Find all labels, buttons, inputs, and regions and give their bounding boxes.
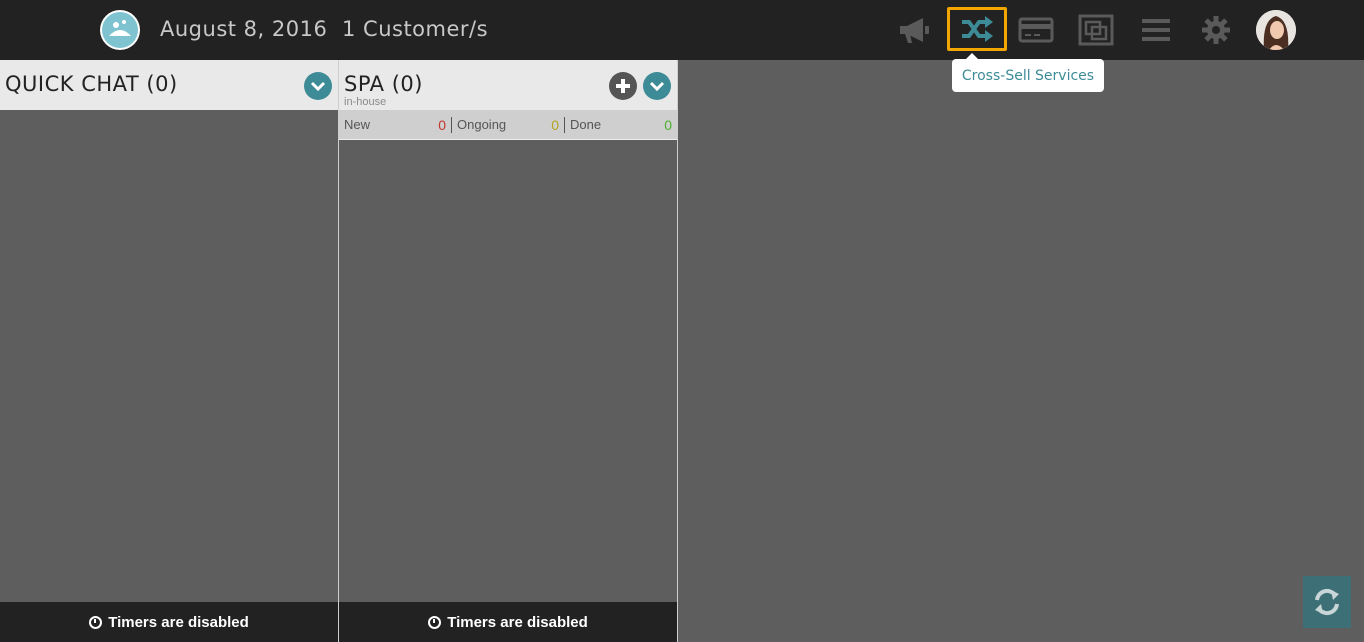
spa-footer: Timers are disabled [339,602,677,642]
avatar[interactable] [1256,10,1296,50]
quick-chat-footer: Timers are disabled [0,602,338,642]
stat-label: Ongoing [457,116,507,132]
stat-ongoing[interactable]: Ongoing 0 [451,116,564,133]
layers-icon[interactable] [1076,10,1116,50]
menu-icon[interactable] [1136,10,1176,50]
timers-disabled-label: Timers are disabled [108,613,249,631]
spa-logo[interactable] [100,10,140,50]
stat-value: 0 [438,116,446,133]
spa-header: SPA (0) in-house [339,60,677,110]
top-bar: August 8, 2016 1 Customer/s [0,0,1364,60]
quick-chat-column: QUICK CHAT (0) Timers are disabled [0,60,338,642]
quick-chat-expand-button[interactable] [304,72,332,100]
stat-label: New [344,116,371,132]
spa-add-button[interactable] [609,72,637,100]
quick-chat-header: QUICK CHAT (0) [0,60,338,110]
current-date: August 8, 2016 [160,17,328,41]
megaphone-icon[interactable] [895,10,935,50]
plus-icon [616,79,630,93]
refresh-button[interactable] [1303,576,1351,628]
spa-title: SPA (0) [344,72,423,96]
stat-done[interactable]: Done 0 [564,116,677,133]
refresh-icon [1315,588,1339,616]
stat-label: Done [570,116,602,132]
clock-icon [89,615,103,629]
spa-subtitle: in-house [344,96,387,108]
stat-value: 0 [551,116,559,133]
stat-new[interactable]: New 0 [339,117,451,133]
stat-value: 0 [664,116,672,133]
shuffle-icon[interactable] [947,7,1007,51]
customer-count: 1 Customer/s [342,17,489,41]
spa-column: SPA (0) in-house New 0 Ongoing 0 Done 0 [338,60,678,642]
spa-expand-button[interactable] [643,72,671,100]
chevron-down-icon [310,81,326,92]
credit-card-icon[interactable] [1016,10,1056,50]
chevron-down-icon [649,81,665,92]
quick-chat-title: QUICK CHAT (0) [5,72,178,96]
spa-status-bar: New 0 Ongoing 0 Done 0 [339,110,677,140]
timers-disabled-label: Timers are disabled [447,613,588,631]
clock-icon [428,615,442,629]
gear-icon[interactable] [1196,10,1236,50]
cross-sell-tooltip: Cross-Sell Services [952,53,1104,92]
